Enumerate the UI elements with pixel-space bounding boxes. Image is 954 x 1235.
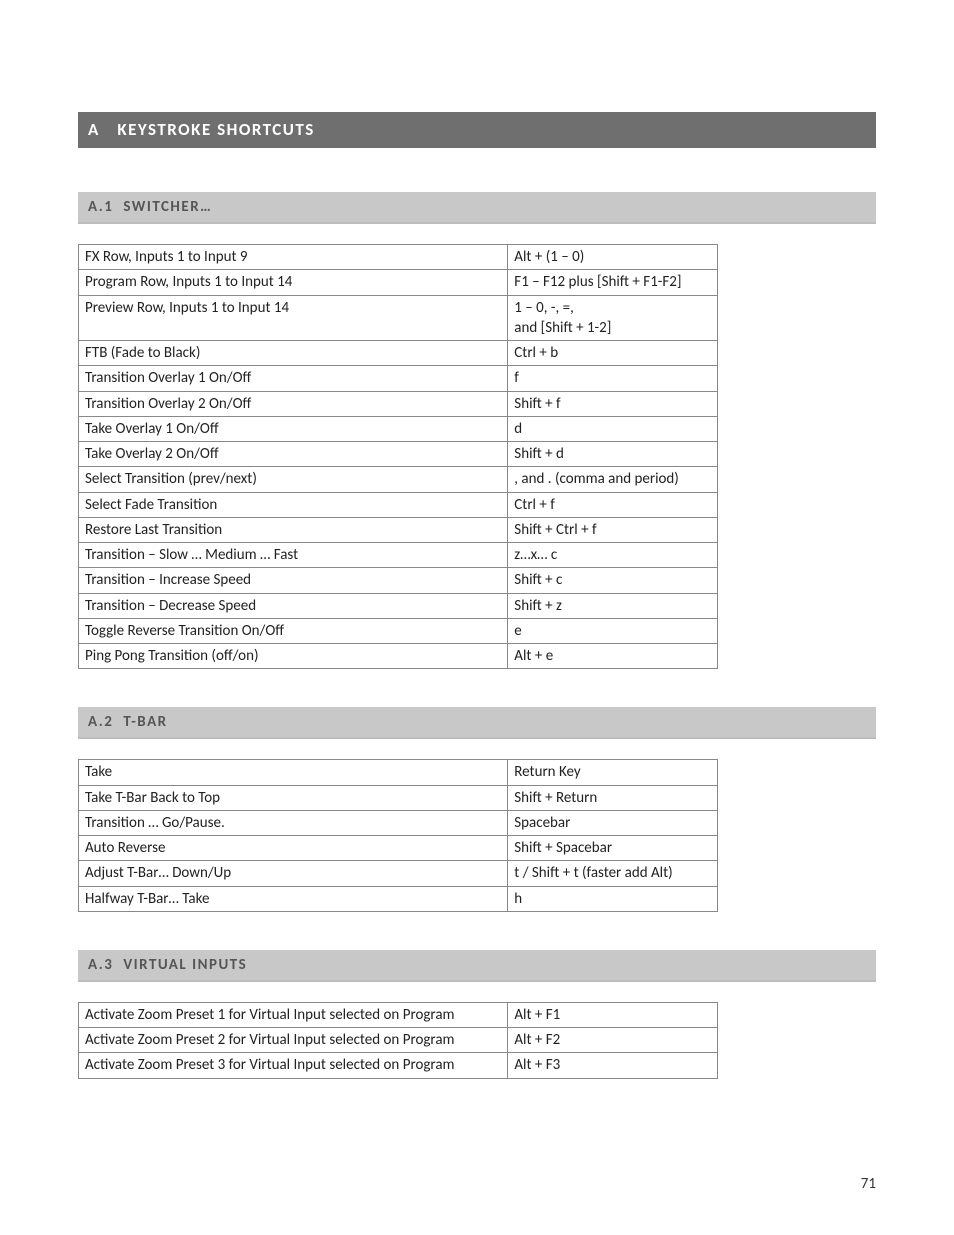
shortcut-description: Transition – Slow … Medium … Fast bbox=[79, 543, 508, 568]
shortcut-key: Alt + (1 – 0) bbox=[508, 245, 718, 270]
vinputs-table: Activate Zoom Preset 1 for Virtual Input… bbox=[78, 1002, 718, 1079]
table-row: Transition – Increase SpeedShift + c bbox=[79, 568, 718, 593]
shortcut-description: Select Fade Transition bbox=[79, 492, 508, 517]
shortcut-key: t / Shift + t (faster add Alt) bbox=[508, 861, 718, 886]
section-title: T-BAR bbox=[123, 713, 167, 731]
shortcut-description: Transition – Decrease Speed bbox=[79, 593, 508, 618]
shortcut-key: e bbox=[508, 618, 718, 643]
shortcut-key: z…x… c bbox=[508, 543, 718, 568]
shortcut-description: Transition … Go/Pause. bbox=[79, 810, 508, 835]
section-title: SWITCHER… bbox=[123, 198, 212, 216]
shortcut-description: Take bbox=[79, 760, 508, 785]
table-row: Program Row, Inputs 1 to Input 14F1 – F1… bbox=[79, 270, 718, 295]
table-row: Adjust T-Bar… Down/Upt / Shift + t (fast… bbox=[79, 861, 718, 886]
table-row: Transition – Slow … Medium … Fastz…x… c bbox=[79, 543, 718, 568]
shortcut-description: Auto Reverse bbox=[79, 836, 508, 861]
table-row: FTB (Fade to Black)Ctrl + b bbox=[79, 341, 718, 366]
table-row: Take T-Bar Back to TopShift + Return bbox=[79, 785, 718, 810]
shortcut-key: Ctrl + b bbox=[508, 341, 718, 366]
table-row: Transition Overlay 2 On/OffShift + f bbox=[79, 391, 718, 416]
shortcut-description: Activate Zoom Preset 2 for Virtual Input… bbox=[79, 1028, 508, 1053]
shortcut-description: Take Overlay 1 On/Off bbox=[79, 416, 508, 441]
shortcut-key: d bbox=[508, 416, 718, 441]
shortcut-description: Program Row, Inputs 1 to Input 14 bbox=[79, 270, 508, 295]
shortcut-key: Shift + Return bbox=[508, 785, 718, 810]
table-row: Transition – Decrease SpeedShift + z bbox=[79, 593, 718, 618]
shortcut-description: Take T-Bar Back to Top bbox=[79, 785, 508, 810]
shortcut-description: Preview Row, Inputs 1 to Input 14 bbox=[79, 295, 508, 341]
shortcut-key: Alt + e bbox=[508, 644, 718, 669]
shortcut-key: Alt + F1 bbox=[508, 1002, 718, 1027]
table-row: Select Transition (prev/next), and . (co… bbox=[79, 467, 718, 492]
shortcut-key: Shift + c bbox=[508, 568, 718, 593]
shortcut-key: , and . (comma and period) bbox=[508, 467, 718, 492]
switcher-table: FX Row, Inputs 1 to Input 9Alt + (1 – 0)… bbox=[78, 244, 718, 669]
table-row: Restore Last TransitionShift + Ctrl + f bbox=[79, 517, 718, 542]
section-num: A.1 bbox=[88, 198, 113, 216]
table-row: FX Row, Inputs 1 to Input 9Alt + (1 – 0) bbox=[79, 245, 718, 270]
shortcut-key: Alt + F2 bbox=[508, 1028, 718, 1053]
shortcut-description: Activate Zoom Preset 1 for Virtual Input… bbox=[79, 1002, 508, 1027]
shortcut-key: Shift + Ctrl + f bbox=[508, 517, 718, 542]
page-number: 71 bbox=[861, 1175, 876, 1193]
table-row: Preview Row, Inputs 1 to Input 141 – 0, … bbox=[79, 295, 718, 341]
table-row: Toggle Reverse Transition On/Offe bbox=[79, 618, 718, 643]
table-row: Select Fade TransitionCtrl + f bbox=[79, 492, 718, 517]
page: A KEYSTROKE SHORTCUTS A.1 SWITCHER… FX R… bbox=[0, 0, 954, 1235]
table-row: Activate Zoom Preset 1 for Virtual Input… bbox=[79, 1002, 718, 1027]
appendix-title: KEYSTROKE SHORTCUTS bbox=[117, 119, 314, 140]
table-row: Halfway T-Bar… Takeh bbox=[79, 886, 718, 911]
shortcut-key: f bbox=[508, 366, 718, 391]
shortcut-description: Transition Overlay 1 On/Off bbox=[79, 366, 508, 391]
table-row: Take Overlay 2 On/OffShift + d bbox=[79, 442, 718, 467]
shortcut-key: Shift + d bbox=[508, 442, 718, 467]
shortcut-key: 1 – 0, -, =, and [Shift + 1-2] bbox=[508, 295, 718, 341]
shortcut-description: Take Overlay 2 On/Off bbox=[79, 442, 508, 467]
shortcut-description: Select Transition (prev/next) bbox=[79, 467, 508, 492]
appendix-header: A KEYSTROKE SHORTCUTS bbox=[78, 112, 876, 148]
shortcut-description: Restore Last Transition bbox=[79, 517, 508, 542]
shortcut-key: Alt + F3 bbox=[508, 1053, 718, 1078]
shortcut-key: Shift + Spacebar bbox=[508, 836, 718, 861]
table-row: Transition Overlay 1 On/Offf bbox=[79, 366, 718, 391]
shortcut-key: Ctrl + f bbox=[508, 492, 718, 517]
tbar-table: TakeReturn KeyTake T-Bar Back to TopShif… bbox=[78, 759, 718, 912]
table-row: Activate Zoom Preset 2 for Virtual Input… bbox=[79, 1028, 718, 1053]
shortcut-description: Toggle Reverse Transition On/Off bbox=[79, 618, 508, 643]
section-title: VIRTUAL INPUTS bbox=[123, 956, 247, 974]
shortcut-key: h bbox=[508, 886, 718, 911]
shortcut-description: Ping Pong Transition (off/on) bbox=[79, 644, 508, 669]
shortcut-key: Shift + f bbox=[508, 391, 718, 416]
shortcut-description: Transition Overlay 2 On/Off bbox=[79, 391, 508, 416]
section-header-vinputs: A.3 VIRTUAL INPUTS bbox=[78, 950, 876, 982]
table-row: Take Overlay 1 On/Offd bbox=[79, 416, 718, 441]
table-row: Transition … Go/Pause.Spacebar bbox=[79, 810, 718, 835]
shortcut-description: Transition – Increase Speed bbox=[79, 568, 508, 593]
table-row: Ping Pong Transition (off/on)Alt + e bbox=[79, 644, 718, 669]
shortcut-description: Activate Zoom Preset 3 for Virtual Input… bbox=[79, 1053, 508, 1078]
shortcut-description: FX Row, Inputs 1 to Input 9 bbox=[79, 245, 508, 270]
shortcut-key: Spacebar bbox=[508, 810, 718, 835]
section-num: A.3 bbox=[88, 956, 113, 974]
section-header-tbar: A.2 T-BAR bbox=[78, 707, 876, 739]
section-num: A.2 bbox=[88, 713, 113, 731]
section-header-switcher: A.1 SWITCHER… bbox=[78, 192, 876, 224]
shortcut-description: Halfway T-Bar… Take bbox=[79, 886, 508, 911]
shortcut-key: F1 – F12 plus [Shift + F1-F2] bbox=[508, 270, 718, 295]
table-row: TakeReturn Key bbox=[79, 760, 718, 785]
shortcut-key: Shift + z bbox=[508, 593, 718, 618]
table-row: Auto ReverseShift + Spacebar bbox=[79, 836, 718, 861]
shortcut-description: Adjust T-Bar… Down/Up bbox=[79, 861, 508, 886]
shortcut-key: Return Key bbox=[508, 760, 718, 785]
appendix-letter: A bbox=[88, 119, 99, 140]
table-row: Activate Zoom Preset 3 for Virtual Input… bbox=[79, 1053, 718, 1078]
shortcut-description: FTB (Fade to Black) bbox=[79, 341, 508, 366]
